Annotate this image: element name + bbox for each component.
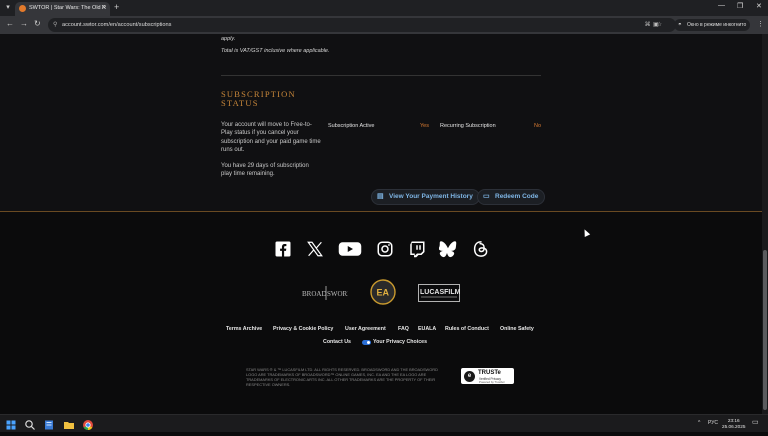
redeem-code-label: Redeem Code [495, 193, 539, 200]
url-text: account.swtor.com/en/account/subscriptio… [62, 22, 172, 28]
truste-badge[interactable]: e TRUSTe Verified Privacy Powered by Tru… [461, 368, 514, 384]
facebook-icon[interactable] [274, 240, 292, 258]
scrollbar-thumb[interactable] [763, 250, 767, 410]
footer-divider [0, 211, 762, 212]
browser-menu-icon[interactable]: ⋮ [757, 20, 764, 28]
task-view-icon[interactable] [43, 418, 55, 430]
input-language[interactable]: РУС [708, 420, 718, 426]
redeem-code-button[interactable]: ▭ Redeem Code [477, 189, 546, 205]
free-to-play-note: Your account will move to Free-to-Play s… [221, 122, 321, 154]
subscription-status-heading: SUBSCRIPTION STATUS [221, 89, 296, 108]
address-toolbar: ← → ↻ ⚲ account.swtor.com/en/account/sub… [0, 16, 768, 34]
chrome-icon[interactable] [82, 418, 94, 430]
truste-line2: Powered by TrustArc [479, 380, 505, 384]
truste-seal-icon: e [464, 371, 475, 382]
gift-card-icon: ▭ [483, 193, 490, 200]
twitch-icon[interactable] [408, 240, 426, 258]
browser-tab[interactable]: SWTOR | Star Wars: The Old R ✕ [15, 2, 110, 16]
page-viewport: apply. Total is VAT/GST inclusive where … [0, 34, 762, 414]
payment-history-label: View Your Payment History [389, 193, 473, 200]
instagram-icon[interactable] [376, 240, 394, 258]
receipt-icon: ▤ [377, 193, 384, 200]
x-icon[interactable] [306, 240, 324, 258]
faq-link[interactable]: FAQ [398, 326, 409, 332]
privacy-choices-link[interactable]: Your Privacy Choices [373, 339, 427, 345]
svg-text:LUCASFILM: LUCASFILM [420, 289, 460, 296]
subscription-active-label: Subscription Active [328, 123, 375, 129]
forward-icon[interactable]: → [20, 19, 28, 28]
svg-text:BROAD: BROAD [302, 290, 327, 298]
subscription-active-value: Yes [420, 123, 429, 129]
minimize-icon[interactable]: — [718, 2, 725, 9]
privacy-choices-toggle-icon[interactable] [362, 340, 371, 345]
section-divider [221, 75, 541, 76]
incognito-label: Окно в режиме инкогнито [687, 22, 747, 28]
online-safety-link[interactable]: Online Safety [500, 326, 534, 332]
subscription-section: apply. Total is VAT/GST inclusive where … [0, 34, 762, 211]
site-info-icon[interactable]: ⚲ [53, 18, 57, 32]
contact-us-link[interactable]: Contact Us [323, 339, 351, 345]
reload-icon[interactable]: ↻ [34, 19, 41, 28]
terms-archive-link[interactable]: Terms Archive [226, 326, 262, 332]
windows-start-icon[interactable] [5, 418, 17, 430]
vat-note: Total is VAT/GST inclusive where applica… [221, 48, 330, 54]
privacy-cookie-policy-link[interactable]: Privacy & Cookie Policy [273, 326, 333, 332]
legal-notice: STAR WARS ® & ™ LUCASFILM LTD. ALL RIGHT… [246, 367, 438, 387]
days-remaining-note: You have 29 days of subscription play ti… [221, 163, 309, 178]
user-agreement-link[interactable]: User Agreement [345, 326, 386, 332]
youtube-icon[interactable] [338, 240, 362, 258]
lucasfilm-logo[interactable]: LUCASFILM [418, 284, 461, 302]
recurring-subscription-value: No [534, 123, 542, 129]
close-window-icon[interactable]: ✕ [756, 2, 762, 10]
tab-strip: ▾ SWTOR | Star Wars: The Old R ✕ + — ❐ ✕ [0, 0, 768, 16]
incognito-icon: ◓ [678, 22, 682, 28]
close-tab-icon[interactable]: ✕ [101, 2, 106, 15]
maximize-icon[interactable]: ❐ [737, 2, 743, 10]
mouse-cursor-icon [581, 228, 591, 237]
tab-search-icon[interactable]: ▾ [3, 3, 13, 13]
extensions-icon[interactable]: ▣ [653, 21, 659, 28]
taskbar: ^ РУС 23:16 25.06.2025 ▭ [0, 414, 768, 432]
truste-name: TRUSTe [478, 370, 501, 376]
broadsword-logo[interactable]: BROADSWORD [302, 286, 352, 300]
apply-text: apply. [221, 36, 236, 42]
url-bar[interactable]: ⚲ account.swtor.com/en/account/subscript… [48, 18, 676, 32]
bluesky-icon[interactable] [438, 240, 457, 258]
file-explorer-icon[interactable] [63, 418, 75, 430]
svg-text:SWORD: SWORD [327, 290, 348, 298]
view-payment-history-button[interactable]: ▤ View Your Payment History [371, 189, 480, 205]
euala-link[interactable]: EUALA [418, 326, 436, 332]
recurring-subscription-label: Recurring Subscription [440, 123, 496, 129]
new-tab-icon[interactable]: + [114, 2, 119, 12]
swtor-favicon-icon [19, 5, 26, 12]
tray-chevron-icon[interactable]: ^ [698, 420, 700, 426]
back-icon[interactable]: ← [6, 19, 14, 28]
search-icon[interactable] [24, 418, 36, 430]
system-clock[interactable]: 23:16 25.06.2025 [722, 418, 745, 430]
clock-date: 25.06.2025 [722, 424, 746, 429]
ea-logo[interactable]: EA [370, 279, 396, 305]
rules-of-conduct-link[interactable]: Rules of Conduct [445, 326, 489, 332]
incognito-badge[interactable]: ◓ Окно в режиме инкогнито [674, 19, 750, 31]
tab-title: SWTOR | Star Wars: The Old R [29, 5, 107, 11]
threads-icon[interactable] [472, 240, 490, 258]
svg-text:EA: EA [377, 288, 390, 298]
notification-icon[interactable]: ▭ [752, 418, 759, 426]
